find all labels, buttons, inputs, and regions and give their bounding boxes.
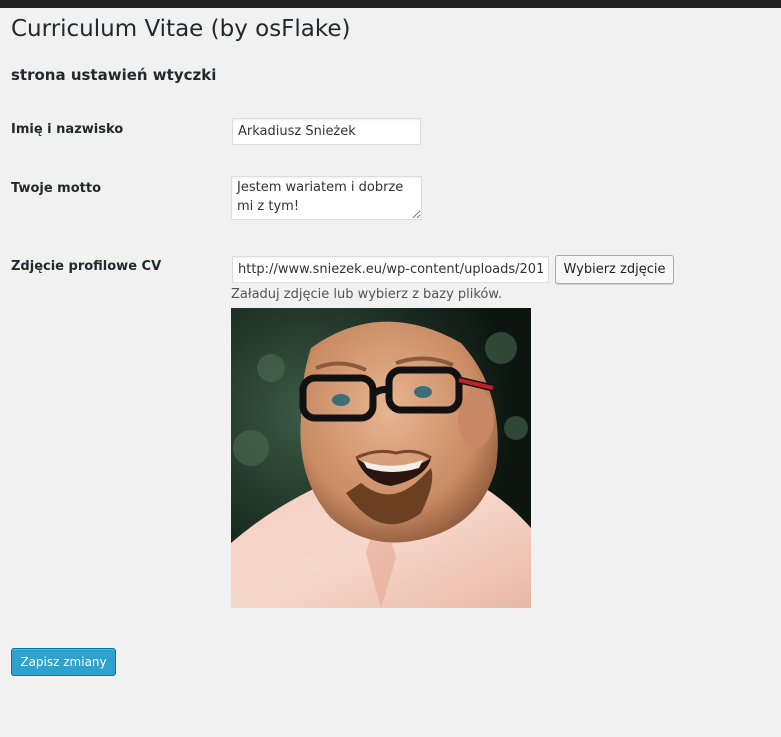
page-subtitle: strona ustawień wtyczki (11, 66, 217, 84)
photo-hint: Załaduj zdjęcie lub wybierz z bazy plikó… (231, 287, 502, 302)
motto-textarea[interactable]: Jestem wariatem i dobrze mi z tym! (231, 176, 422, 220)
motto-label: Twoje motto (11, 181, 102, 196)
page-title: Curriculum Vitae (by osFlake) (11, 16, 351, 42)
profile-photo (231, 308, 531, 608)
save-button[interactable]: Zapisz zmiany (11, 648, 116, 676)
name-input[interactable] (232, 118, 421, 145)
admin-bar (0, 0, 781, 8)
photo-url-input[interactable] (232, 256, 549, 283)
choose-photo-button[interactable]: Wybierz zdjęcie (555, 255, 674, 284)
photo-label: Zdjęcie profilowe CV (11, 259, 162, 274)
name-label: Imię i nazwisko (11, 122, 124, 137)
